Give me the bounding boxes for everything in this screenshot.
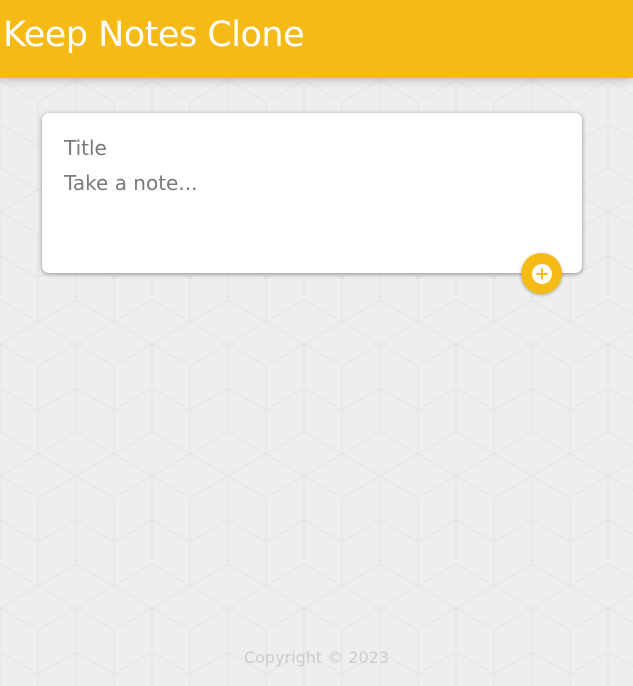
- add-note-button[interactable]: [521, 253, 562, 294]
- copyright-text: Copyright © 2023: [243, 648, 390, 667]
- note-title-input[interactable]: [64, 134, 560, 162]
- page-footer: Copyright © 2023: [0, 647, 633, 669]
- create-note-form: [42, 113, 582, 273]
- note-content-input[interactable]: [64, 169, 560, 259]
- app-title: Keep Notes Clone: [3, 15, 305, 55]
- plus-circle-icon: [531, 263, 552, 284]
- app-header: Keep Notes Clone: [0, 0, 633, 78]
